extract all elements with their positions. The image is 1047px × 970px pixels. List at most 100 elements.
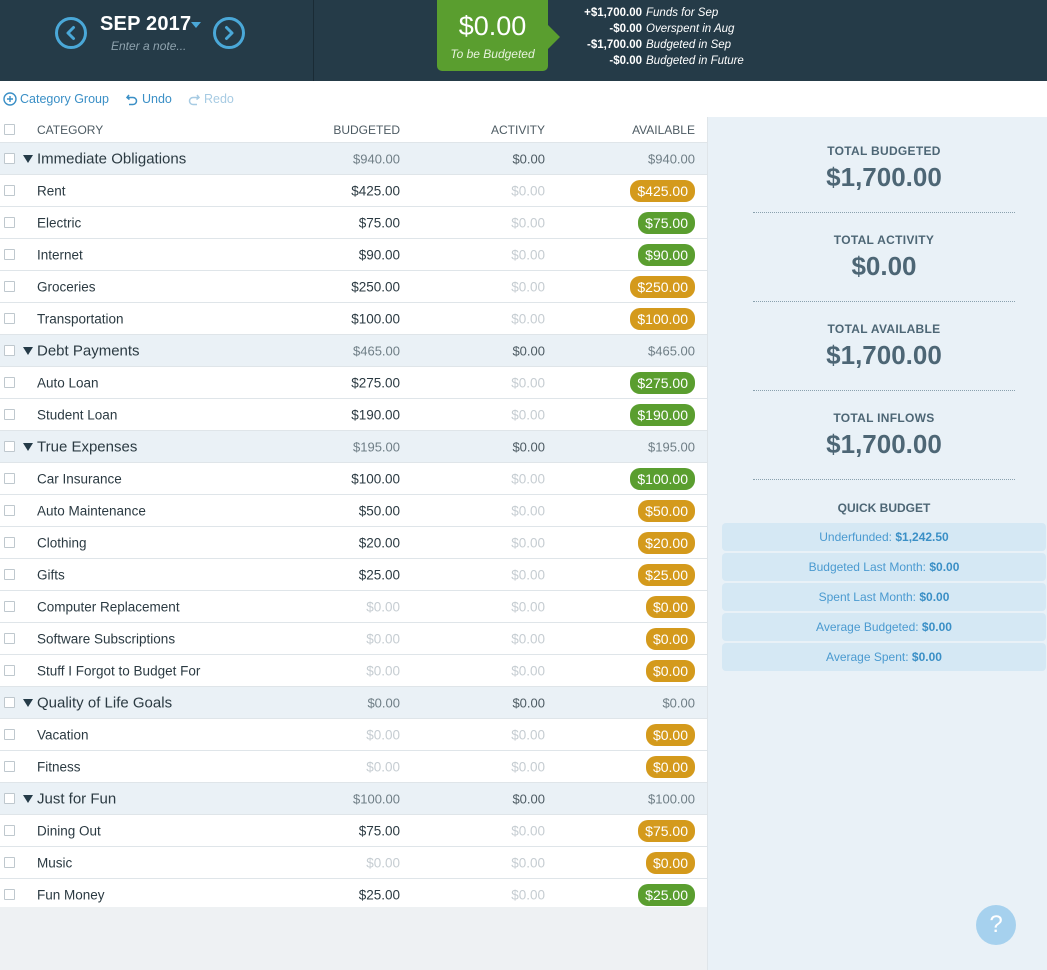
activity-value[interactable]: $0.00	[511, 759, 545, 774]
category-name[interactable]: Clothing	[37, 535, 87, 550]
row-checkbox[interactable]	[4, 472, 15, 484]
budgeted-value[interactable]: $100.00	[351, 311, 400, 326]
budgeted-value[interactable]: $0.00	[366, 599, 400, 614]
row-checkbox[interactable]	[4, 696, 15, 708]
category-row[interactable]: Music $0.00 $0.00 $0.00	[0, 847, 707, 879]
budgeted-value[interactable]: $0.00	[366, 727, 400, 742]
category-row[interactable]: Software Subscriptions $0.00 $0.00 $0.00	[0, 623, 707, 655]
activity-value[interactable]: $0.00	[511, 215, 545, 230]
row-checkbox[interactable]	[4, 536, 15, 548]
available-pill[interactable]: $75.00	[638, 211, 695, 234]
category-row[interactable]: Internet $90.00 $0.00 $90.00	[0, 239, 707, 271]
category-name[interactable]: Car Insurance	[37, 471, 122, 486]
category-row[interactable]: Student Loan $190.00 $0.00 $190.00	[0, 399, 707, 431]
budgeted-value[interactable]: $425.00	[351, 183, 400, 198]
category-row[interactable]: Electric $75.00 $0.00 $75.00	[0, 207, 707, 239]
available-cell[interactable]: $25.00	[638, 883, 695, 906]
available-pill[interactable]: $75.00	[638, 819, 695, 842]
activity-value[interactable]: $0.00	[511, 887, 545, 902]
month-dropdown-icon[interactable]	[191, 22, 201, 28]
category-name[interactable]: Stuff I Forgot to Budget For	[37, 663, 200, 678]
available-pill[interactable]: $0.00	[645, 627, 695, 650]
category-name[interactable]: Fitness	[37, 759, 81, 774]
category-row[interactable]: Clothing $20.00 $0.00 $20.00	[0, 527, 707, 559]
activity-value[interactable]: $0.00	[511, 279, 545, 294]
activity-value[interactable]: $0.00	[511, 567, 545, 582]
budgeted-value[interactable]: $75.00	[359, 823, 400, 838]
available-cell[interactable]: $0.00	[645, 723, 695, 746]
activity-value[interactable]: $0.00	[511, 407, 545, 422]
row-checkbox[interactable]	[4, 408, 15, 420]
budgeted-value[interactable]: $0.00	[366, 631, 400, 646]
row-checkbox[interactable]	[4, 824, 15, 836]
available-cell[interactable]: $100.00	[630, 467, 695, 490]
activity-value[interactable]: $0.00	[511, 535, 545, 550]
category-name[interactable]: Music	[37, 855, 72, 870]
category-name[interactable]: Fun Money	[37, 887, 105, 902]
row-checkbox[interactable]	[4, 792, 15, 804]
row-checkbox[interactable]	[4, 728, 15, 740]
available-pill[interactable]: $25.00	[638, 563, 695, 586]
column-header-category[interactable]: CATEGORY	[37, 123, 103, 137]
category-group-row[interactable]: Quality of Life Goals $0.00 $0.00 $0.00	[0, 687, 707, 719]
available-pill[interactable]: $0.00	[645, 723, 695, 746]
category-row[interactable]: Fitness $0.00 $0.00 $0.00	[0, 751, 707, 783]
quick-budget-underfunded-button[interactable]: Underfunded: $1,242.50	[722, 523, 1046, 551]
redo-button[interactable]: Redo	[187, 92, 234, 106]
row-checkbox[interactable]	[4, 440, 15, 452]
activity-value[interactable]: $0.00	[511, 823, 545, 838]
available-cell[interactable]: $190.00	[630, 403, 695, 426]
available-cell[interactable]: $25.00	[638, 563, 695, 586]
row-checkbox[interactable]	[4, 504, 15, 516]
category-name[interactable]: Dining Out	[37, 823, 101, 838]
category-name[interactable]: Student Loan	[37, 407, 117, 422]
available-cell[interactable]: $20.00	[638, 531, 695, 554]
undo-button[interactable]: Undo	[125, 92, 172, 106]
available-cell[interactable]: $75.00	[638, 819, 695, 842]
row-checkbox[interactable]	[4, 856, 15, 868]
available-cell[interactable]: $0.00	[645, 851, 695, 874]
row-checkbox[interactable]	[4, 888, 15, 900]
available-pill[interactable]: $0.00	[645, 595, 695, 618]
category-name[interactable]: Vacation	[37, 727, 89, 742]
month-note-input[interactable]: Enter a note...	[111, 39, 186, 53]
quick-budget-average-budgeted-button[interactable]: Average Budgeted: $0.00	[722, 613, 1046, 641]
budgeted-value[interactable]: $90.00	[359, 247, 400, 262]
row-checkbox[interactable]	[4, 152, 15, 164]
category-group-name[interactable]: Quality of Life Goals	[37, 694, 172, 711]
category-row[interactable]: Vacation $0.00 $0.00 $0.00	[0, 719, 707, 751]
activity-value[interactable]: $0.00	[511, 311, 545, 326]
category-group-name[interactable]: Just for Fun	[37, 790, 116, 807]
activity-value[interactable]: $0.00	[511, 631, 545, 646]
category-row[interactable]: Gifts $25.00 $0.00 $25.00	[0, 559, 707, 591]
collapse-caret-icon[interactable]	[23, 794, 33, 803]
category-row[interactable]: Dining Out $75.00 $0.00 $75.00	[0, 815, 707, 847]
row-checkbox[interactable]	[4, 280, 15, 292]
category-name[interactable]: Rent	[37, 183, 66, 198]
category-group-name[interactable]: Debt Payments	[37, 342, 140, 359]
available-pill[interactable]: $250.00	[630, 275, 695, 298]
row-checkbox[interactable]	[4, 600, 15, 612]
category-name[interactable]: Computer Replacement	[37, 599, 180, 614]
budgeted-value[interactable]: $250.00	[351, 279, 400, 294]
available-pill[interactable]: $100.00	[630, 307, 695, 330]
available-cell[interactable]: $0.00	[645, 627, 695, 650]
collapse-caret-icon[interactable]	[23, 154, 33, 163]
available-cell[interactable]: $0.00	[645, 595, 695, 618]
category-group-name[interactable]: True Expenses	[37, 438, 137, 455]
budgeted-value[interactable]: $275.00	[351, 375, 400, 390]
budgeted-value[interactable]: $50.00	[359, 503, 400, 518]
budgeted-value[interactable]: $100.00	[351, 471, 400, 486]
add-category-group-button[interactable]: Category Group	[3, 92, 109, 106]
row-checkbox[interactable]	[4, 376, 15, 388]
to-be-budgeted-box[interactable]: $0.00 To be Budgeted	[437, 0, 560, 71]
row-checkbox[interactable]	[4, 632, 15, 644]
activity-value[interactable]: $0.00	[511, 375, 545, 390]
previous-month-button[interactable]	[55, 17, 87, 49]
next-month-button[interactable]	[213, 17, 245, 49]
activity-value[interactable]: $0.00	[511, 727, 545, 742]
budgeted-value[interactable]: $0.00	[366, 759, 400, 774]
activity-value[interactable]: $0.00	[511, 503, 545, 518]
category-row[interactable]: Computer Replacement $0.00 $0.00 $0.00	[0, 591, 707, 623]
quick-budget-budgeted-last-month-button[interactable]: Budgeted Last Month: $0.00	[722, 553, 1046, 581]
